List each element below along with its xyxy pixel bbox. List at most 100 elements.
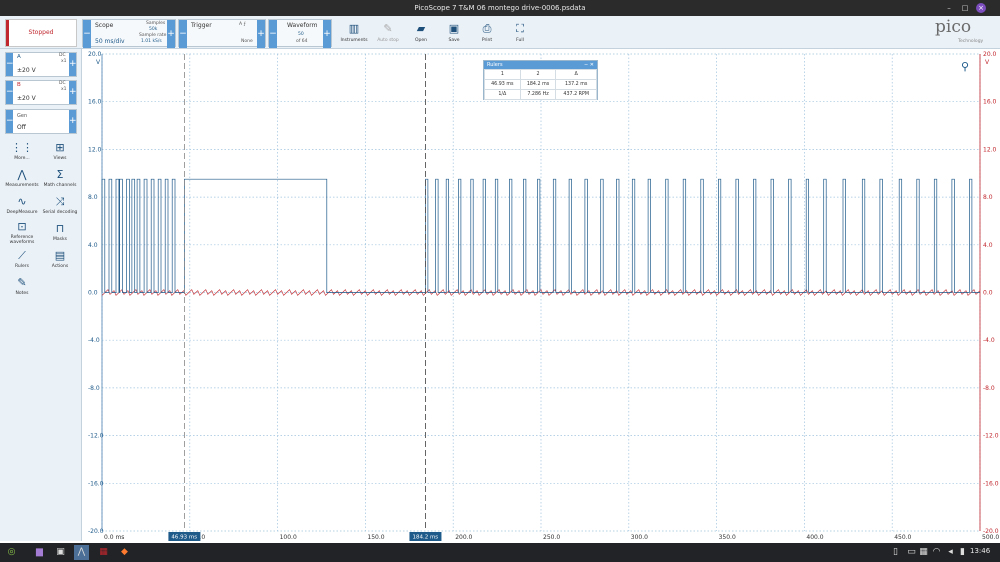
notifications-icon[interactable]: ▮ bbox=[955, 545, 970, 560]
channel-a-plus[interactable]: + bbox=[69, 53, 77, 76]
open-button[interactable]: ▰ Open bbox=[405, 19, 437, 47]
mask-icon: ⊓ bbox=[55, 222, 65, 235]
rulers-button[interactable]: ⟋ Rulers bbox=[4, 248, 40, 274]
maximize-icon[interactable]: □ bbox=[960, 3, 970, 13]
channel-b-minus[interactable]: − bbox=[6, 81, 14, 104]
waveform-current[interactable]: 50 bbox=[298, 32, 304, 37]
measurements-button[interactable]: ⋀ Measurements bbox=[4, 167, 40, 193]
picoscope-task-icon[interactable]: ⋀ bbox=[74, 545, 89, 560]
save-button[interactable]: ▣ Save bbox=[438, 19, 470, 47]
samples-value[interactable]: 50k bbox=[149, 27, 157, 32]
math-channels-label: Math channels bbox=[43, 183, 77, 188]
open-label: Open bbox=[414, 38, 428, 43]
y-tick-label-b: -20.0 bbox=[983, 528, 999, 535]
scope-plot[interactable]: 0.0 ms50.0100.0150.0200.0250.0300.0350.0… bbox=[83, 49, 1000, 541]
actions-button[interactable]: ▤ Actions bbox=[42, 248, 78, 274]
channel-b-range[interactable]: ±20 V bbox=[17, 95, 36, 102]
generator-panel[interactable]: − Gen Off + bbox=[5, 109, 77, 134]
channel-a-minus[interactable]: − bbox=[6, 53, 14, 76]
taskbar: ◎ ▆ ▣ ⋀ ▦ ◆ ▯ ▭ ▦ ◠ ◂ ▮ 13:46 bbox=[0, 543, 1000, 562]
y-tick-label-b: 0.0 bbox=[983, 290, 993, 297]
channel-b-coupling[interactable]: DC bbox=[59, 81, 66, 86]
more-button[interactable]: ⋮⋮ More... bbox=[4, 140, 40, 166]
grid-icon: ⊞ bbox=[55, 141, 65, 154]
channel-b-plus[interactable]: + bbox=[69, 81, 77, 104]
app-task-icon[interactable]: ▦ bbox=[96, 545, 111, 560]
views-button[interactable]: ⊞ Views bbox=[42, 140, 78, 166]
y-tick-label-a: 8.0 bbox=[88, 194, 98, 201]
menu-icon[interactable]: ◎ bbox=[4, 545, 19, 560]
wifi-icon[interactable]: ◠ bbox=[929, 545, 944, 560]
files-icon[interactable]: ▆ bbox=[32, 545, 47, 560]
generator-minus[interactable]: − bbox=[6, 110, 14, 133]
window-title: PicoScope 7 T&M 06 montego drive-0006.ps… bbox=[414, 4, 586, 12]
x-tick-label: 400.0 bbox=[806, 534, 823, 541]
scope-plus-button[interactable]: + bbox=[167, 20, 175, 48]
y-tick-label-a: -20.0 bbox=[88, 528, 104, 535]
y-tick-label-b: 4.0 bbox=[983, 242, 993, 249]
autostop-button[interactable]: ✎ Auto stop bbox=[372, 19, 404, 47]
rulers-panel-close-icon[interactable]: − ✕ bbox=[584, 61, 597, 69]
trigger-mode[interactable]: None bbox=[241, 39, 253, 44]
deepmeasure-icon: ∿ bbox=[17, 195, 27, 208]
rulers-panel-header[interactable]: Rulers − ✕ bbox=[484, 61, 597, 69]
ruler-2-label: 184.2 ms bbox=[412, 535, 438, 541]
x-tick-label: 150.0 bbox=[367, 534, 384, 541]
reference-waveforms-label: Reference waveforms bbox=[9, 235, 35, 245]
channel-a-probe[interactable]: x1 bbox=[61, 59, 67, 64]
channel-b-panel[interactable]: − B DC x1 ±20 V + bbox=[5, 80, 77, 105]
full-button[interactable]: ⛶ Full bbox=[504, 19, 536, 47]
trigger-minus-button[interactable]: − bbox=[179, 20, 187, 48]
masks-label: Masks bbox=[53, 237, 67, 242]
reference-waveforms-button[interactable]: ⊡ Reference waveforms bbox=[4, 219, 40, 249]
scope-view[interactable]: 0.0 ms50.0100.0150.0200.0250.0300.0350.0… bbox=[83, 49, 1000, 541]
scope-minus-button[interactable]: − bbox=[83, 20, 91, 48]
trigger-edge[interactable]: A ⨍ bbox=[239, 22, 246, 27]
more-label: More... bbox=[14, 156, 30, 161]
measurements-label: Measurements bbox=[5, 183, 39, 188]
generator-state[interactable]: Off bbox=[17, 124, 26, 131]
channel-a-range[interactable]: ±20 V bbox=[17, 67, 36, 74]
minimize-icon[interactable]: – bbox=[944, 3, 954, 13]
tray-icon[interactable]: ▯ bbox=[888, 545, 903, 560]
samples-label: Samples bbox=[146, 21, 166, 26]
close-icon[interactable]: × bbox=[976, 3, 986, 13]
serial-icon: ⤨ bbox=[55, 195, 65, 208]
generator-plus[interactable]: + bbox=[69, 110, 77, 133]
channel-a-name: A bbox=[17, 54, 21, 60]
serial-decoding-button[interactable]: ⤨ Serial decoding bbox=[42, 194, 78, 220]
instruments-icon: ▥ bbox=[348, 22, 360, 35]
trigger-label: Trigger bbox=[191, 22, 212, 29]
folder-icon: ▰ bbox=[416, 22, 426, 35]
channel-a-coupling[interactable]: DC bbox=[59, 53, 66, 58]
deepmeasure-button[interactable]: ∿ DeepMeasure bbox=[4, 194, 40, 220]
pico-logo-sub: Technology bbox=[958, 39, 984, 44]
sample-rate-value[interactable]: 1.01 kS/s bbox=[141, 39, 162, 44]
scope-label: Scope bbox=[95, 22, 114, 29]
notes-icon: ✎ bbox=[17, 276, 27, 289]
zoom-icon[interactable]: ⚲ bbox=[961, 60, 969, 73]
y-tick-label-b: -4.0 bbox=[983, 337, 995, 344]
browser-icon[interactable]: ◆ bbox=[117, 545, 132, 560]
instruments-button[interactable]: ▥ Instruments bbox=[338, 19, 370, 47]
y-tick-label-a: -12.0 bbox=[88, 433, 104, 440]
print-button[interactable]: ⎙ Print bbox=[471, 19, 503, 47]
masks-button[interactable]: ⊓ Masks bbox=[42, 221, 78, 247]
waveform-prev-button[interactable]: − bbox=[269, 20, 277, 48]
rulers-panel[interactable]: Rulers − ✕ 1 2 Δ 46.93 ms 184.2 ms 137.2 … bbox=[483, 60, 598, 100]
terminal-icon[interactable]: ▣ bbox=[53, 545, 68, 560]
trigger-plus-button[interactable]: + bbox=[257, 20, 265, 48]
y-tick-label-a: 4.0 bbox=[88, 242, 98, 249]
rulers-panel-title: Rulers bbox=[487, 62, 503, 68]
notes-button[interactable]: ✎ Notes bbox=[4, 275, 40, 301]
print-label: Print bbox=[481, 38, 493, 43]
stopped-button[interactable]: Stopped bbox=[5, 19, 77, 47]
timebase-value[interactable]: 50 ms/div bbox=[95, 38, 125, 45]
rulers-table: 1 2 Δ 46.93 ms 184.2 ms 137.2 ms 1/Δ 7.2… bbox=[484, 69, 597, 100]
channel-a-panel[interactable]: − A DC x1 ±20 V + bbox=[5, 52, 77, 77]
channel-b-probe[interactable]: x1 bbox=[61, 87, 67, 92]
actions-icon: ▤ bbox=[54, 249, 66, 262]
y-tick-label-a: -16.0 bbox=[88, 480, 104, 487]
waveform-next-button[interactable]: + bbox=[323, 20, 331, 48]
math-channels-button[interactable]: Σ Math channels bbox=[42, 167, 78, 193]
